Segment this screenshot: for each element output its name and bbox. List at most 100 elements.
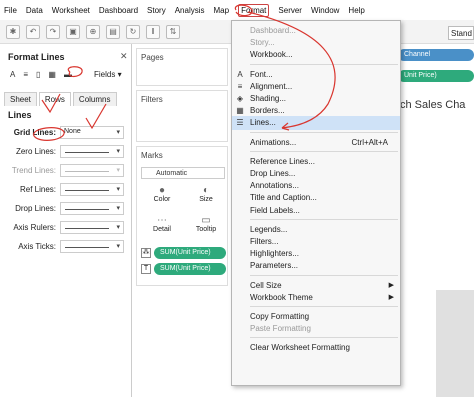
menu-story[interactable]: Story [147, 6, 166, 15]
font-icon[interactable]: A [10, 70, 15, 79]
fields-label: Fields [94, 70, 116, 79]
undo-icon[interactable]: ↶ [26, 24, 40, 39]
marks-tooltip-label: Tooltip [195, 226, 217, 233]
marks-card-title: Marks [141, 151, 163, 160]
format-row: Grid Lines: None ▾ [0, 126, 132, 140]
close-icon[interactable]: ✕ [120, 51, 128, 62]
line-style-value: None [64, 128, 81, 135]
pages-card-title: Pages [141, 53, 164, 62]
chevron-down-icon: ▾ [117, 70, 122, 79]
marks-detail-button[interactable]: ⋯ Detail [143, 213, 181, 239]
pause-icon[interactable]: ‖ [146, 24, 160, 39]
menu-window[interactable]: Window [311, 6, 339, 15]
submenu-arrow-icon: ▶ [388, 293, 394, 301]
detail-icon: ⋯ [157, 215, 167, 226]
chevron-down-icon: ▾ [116, 243, 120, 250]
section-lines-title: Lines [8, 110, 32, 120]
marks-card: Marks Automatic ● Color ◐ Size ⋯ Detail ▭ To… [136, 146, 228, 286]
line-style-dropdown[interactable]: ▾ [60, 202, 124, 215]
format-row-label: Axis Ticks: [18, 242, 56, 251]
tab-sheet[interactable]: Sheet [4, 92, 37, 106]
line-style-preview [65, 228, 109, 229]
line-style-preview [65, 190, 109, 191]
format-row-label: Axis Rulers: [13, 223, 56, 232]
mark-type-dropdown[interactable]: Automatic [141, 167, 225, 179]
menu-item-animations[interactable]: Animations... Ctrl+Alt+A [232, 136, 400, 150]
viz-area [436, 290, 474, 397]
menu-data[interactable]: Data [26, 6, 43, 15]
marks-pill-color-unit-price[interactable]: SUM(Unit Price) [154, 247, 226, 259]
menu-item-clear-worksheet-formatting[interactable]: Clear Worksheet Formatting [232, 341, 400, 355]
tooltip-icon: ▭ [201, 215, 211, 226]
fit-dropdown[interactable]: Stand [448, 26, 474, 40]
tableau-logo-icon[interactable]: ✱ [6, 24, 20, 39]
format-row: Ref Lines: ▾ [0, 183, 132, 197]
chevron-down-icon: ▾ [116, 148, 120, 155]
tab-rows[interactable]: Rows [38, 92, 71, 106]
marks-color-button[interactable]: ● Color [143, 183, 181, 209]
menu-item-shortcut: Ctrl+Alt+A [351, 137, 388, 147]
menu-format[interactable]: Format [238, 3, 270, 17]
format-row: Zero Lines: ▾ [0, 145, 132, 159]
color-icon: ● [158, 185, 166, 196]
menu-map[interactable]: Map [214, 6, 230, 15]
redo-icon[interactable]: ↷ [46, 24, 60, 39]
alignment-icon[interactable]: ≡ [23, 70, 28, 79]
line-style-dropdown[interactable]: ▾ [60, 240, 124, 253]
menu-item-label: Workbook... [250, 50, 293, 60]
menu-separator [250, 337, 398, 339]
marks-pill-text-unit-price[interactable]: SUM(Unit Price) [154, 263, 226, 275]
format-icons-row: A ≡ ▯ ▦ ▬ [10, 70, 72, 79]
rows-pill-unit-price[interactable]: Unit Price) [398, 70, 474, 82]
chevron-down-icon: ▾ [116, 224, 120, 231]
menu-dashboard[interactable]: Dashboard [99, 6, 138, 15]
color-encoding-icon: ⁂ [141, 248, 151, 258]
menu-file[interactable]: File [4, 6, 17, 15]
marks-pill-row: ⁂ SUM(Unit Price) [141, 247, 227, 259]
fields-dropdown[interactable]: Fields ▾ [94, 70, 122, 79]
menu-item-label: Paste Formatting [250, 324, 311, 334]
columns-pill-channel[interactable]: Channel [398, 49, 474, 61]
pages-card: Pages [136, 48, 228, 86]
size-icon: ◐ [202, 185, 210, 196]
format-row-label: Ref Lines: [19, 185, 56, 194]
borders-icon[interactable]: ▦ [48, 70, 56, 79]
menu-server[interactable]: Server [278, 6, 302, 15]
line-style-preview [65, 171, 109, 172]
lines-icon[interactable]: ▬ [64, 70, 72, 79]
menu-worksheet[interactable]: Worksheet [52, 6, 90, 15]
menu-analysis[interactable]: Analysis [175, 6, 205, 15]
marks-tooltip-button[interactable]: ▭ Tooltip [187, 213, 225, 239]
menu-item-label: Animations... [250, 137, 297, 147]
marks-size-button[interactable]: ◐ Size [187, 183, 225, 209]
menu-item-parameters[interactable]: Parameters... [232, 259, 400, 273]
filters-card: Filters [136, 90, 228, 142]
chevron-down-icon: ▾ [116, 167, 120, 174]
marks-pill-row: T SUM(Unit Price) [141, 263, 227, 275]
line-style-dropdown[interactable]: ▾ [60, 145, 124, 158]
menu-help[interactable]: Help [348, 6, 364, 15]
new-sheet-icon[interactable]: ▤ [106, 24, 120, 39]
format-lines-pane: Format Lines ✕ A ≡ ▯ ▦ ▬ Fields ▾ Sheet … [0, 44, 132, 397]
menu-item-lines[interactable]: ☰ Lines... [232, 116, 400, 131]
menu-item-field-labels[interactable]: Field Labels... [232, 204, 400, 218]
tab-columns[interactable]: Columns [72, 92, 117, 106]
line-style-dropdown[interactable]: ▾ [60, 221, 124, 234]
swap-icon[interactable]: ⇅ [166, 24, 180, 39]
lines-icon: ☰ [236, 118, 244, 128]
menu-item-workbook-theme[interactable]: Workbook Theme ▶ [232, 291, 400, 305]
format-row: Axis Rulers: ▾ [0, 221, 132, 235]
filters-card-title: Filters [141, 95, 163, 104]
menu-item-label: Clear Worksheet Formatting [250, 343, 350, 353]
menu-item-workbook[interactable]: Workbook... [232, 48, 400, 62]
chevron-down-icon: ▾ [116, 205, 120, 212]
format-row-label: Zero Lines: [15, 147, 56, 156]
shading-icon[interactable]: ▯ [36, 70, 40, 79]
new-datasource-icon[interactable]: ⊕ [86, 24, 100, 39]
line-style-dropdown[interactable]: ▾ [60, 183, 124, 196]
save-icon[interactable]: ▣ [66, 24, 80, 39]
line-style-dropdown[interactable]: None ▾ [60, 126, 124, 139]
refresh-icon[interactable]: ↻ [126, 24, 140, 39]
menu-item-label: Lines... [250, 118, 276, 128]
chevron-down-icon: ▾ [116, 129, 120, 136]
